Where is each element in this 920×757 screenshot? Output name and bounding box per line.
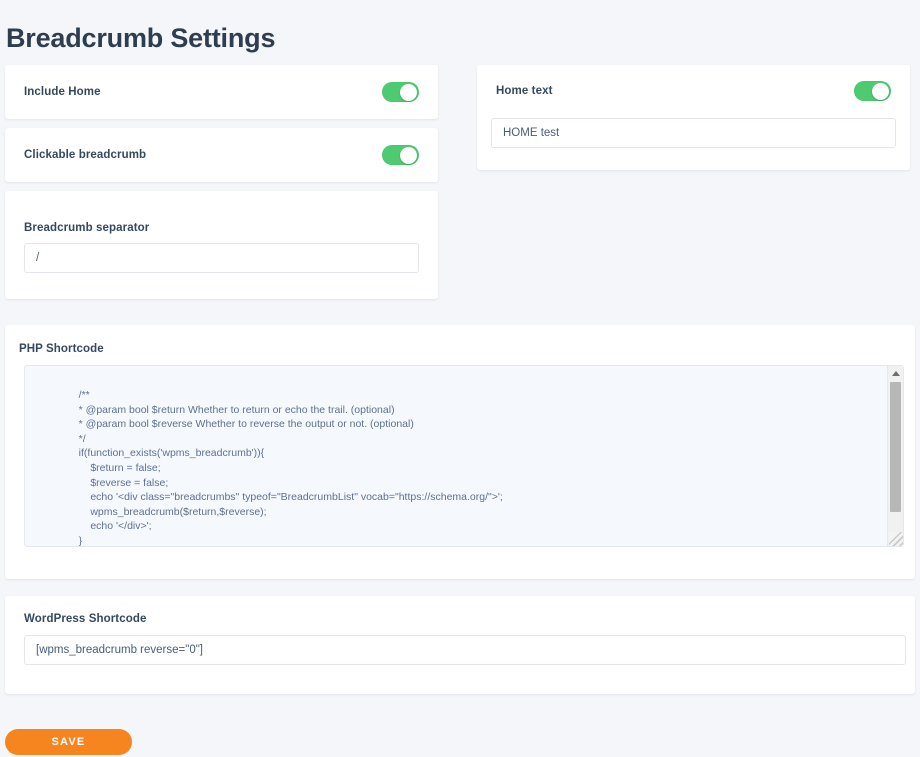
scroll-up-icon[interactable]	[888, 366, 903, 380]
card-include-home: Include Home	[5, 65, 438, 119]
toggle-knob-icon	[400, 146, 417, 164]
include-home-row: Include Home	[5, 65, 438, 119]
textarea-resize-handle[interactable]	[889, 532, 903, 546]
home-text-toggle[interactable]	[854, 81, 891, 101]
home-text-input[interactable]	[491, 118, 896, 148]
toggle-knob-icon	[872, 82, 889, 100]
clickable-breadcrumb-label: Clickable breadcrumb	[24, 149, 147, 161]
clickable-breadcrumb-row: Clickable breadcrumb	[5, 128, 438, 182]
breadcrumb-separator-label: Breadcrumb separator	[24, 222, 150, 234]
settings-page: Breadcrumb Settings Include Home Clickab…	[0, 0, 920, 757]
home-text-row: Home text	[477, 65, 910, 117]
card-home-text: Home text	[477, 65, 910, 170]
include-home-toggle[interactable]	[382, 82, 419, 102]
wordpress-shortcode-input[interactable]	[24, 635, 906, 665]
include-home-label: Include Home	[24, 86, 101, 98]
page-title: Breadcrumb Settings	[6, 23, 276, 54]
php-textarea-scrollbar[interactable]	[887, 366, 903, 546]
home-text-label: Home text	[496, 85, 553, 97]
card-php-shortcode: PHP Shortcode /** * @param bool $return …	[5, 325, 915, 579]
breadcrumb-separator-input[interactable]	[24, 243, 419, 273]
card-wordpress-shortcode: WordPress Shortcode	[5, 596, 915, 694]
toggle-knob-icon	[400, 83, 417, 101]
save-button[interactable]: SAVE	[5, 729, 132, 755]
clickable-breadcrumb-toggle[interactable]	[382, 145, 419, 165]
scrollbar-thumb[interactable]	[890, 382, 901, 512]
card-clickable-breadcrumb: Clickable breadcrumb	[5, 128, 438, 182]
wordpress-shortcode-label: WordPress Shortcode	[24, 613, 147, 625]
card-breadcrumb-separator: Breadcrumb separator	[5, 191, 438, 299]
php-shortcode-textarea[interactable]: /** * @param bool $return Whether to ret…	[24, 365, 904, 547]
php-shortcode-label: PHP Shortcode	[19, 343, 104, 355]
php-shortcode-area-wrapper: /** * @param bool $return Whether to ret…	[24, 365, 904, 547]
